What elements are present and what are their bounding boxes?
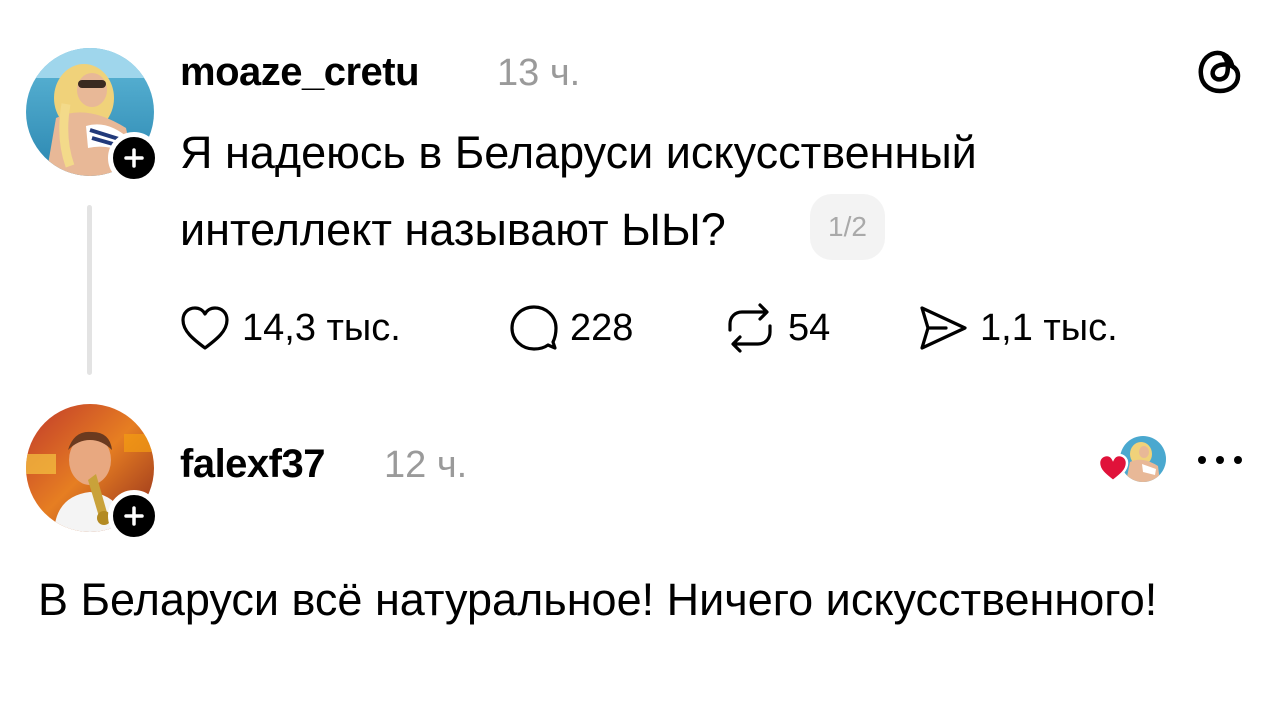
reply-text: В Беларуси всё натуральное! Ничего искус… xyxy=(38,574,1158,625)
comment-bubble-icon xyxy=(510,305,558,351)
red-heart-icon xyxy=(1097,453,1129,483)
repost-count: 54 xyxy=(788,306,831,349)
follow-button-moaze-cretu[interactable] xyxy=(108,132,160,184)
share-arrow-icon xyxy=(920,306,967,350)
share-button[interactable]: 1,1 тыс. xyxy=(916,298,1118,358)
comment-button[interactable]: 228 xyxy=(508,298,633,358)
like-button[interactable]: 14,3 тыс. xyxy=(178,298,401,358)
repost-arrows-icon xyxy=(728,303,772,353)
post-time: 12 ч. xyxy=(384,444,468,486)
post-text-line-1: Я надеюсь в Беларуси искусственный xyxy=(180,127,977,178)
repost-button[interactable]: 54 xyxy=(722,298,830,358)
heart-outline-icon xyxy=(181,306,229,350)
liked-by-indicator[interactable] xyxy=(1096,434,1168,484)
post-username[interactable]: moaze_cretu xyxy=(180,50,420,95)
threads-logo-icon[interactable] xyxy=(1194,45,1246,97)
share-count: 1,1 тыс. xyxy=(980,306,1118,349)
follow-button-falexf37[interactable] xyxy=(108,490,160,542)
plus-icon xyxy=(124,506,144,526)
thread-connector-line xyxy=(87,205,92,375)
post-text-line-2: интеллект называют ЫЫ? xyxy=(180,204,726,255)
post-time: 13 ч. xyxy=(497,52,581,94)
thread-page-indicator[interactable]: 1/2 xyxy=(810,194,885,260)
more-dots-icon[interactable] xyxy=(1196,450,1244,470)
post-username[interactable]: falexf37 xyxy=(180,442,325,487)
comment-count: 228 xyxy=(570,306,634,349)
plus-icon xyxy=(124,148,144,168)
like-count: 14,3 тыс. xyxy=(242,306,401,349)
